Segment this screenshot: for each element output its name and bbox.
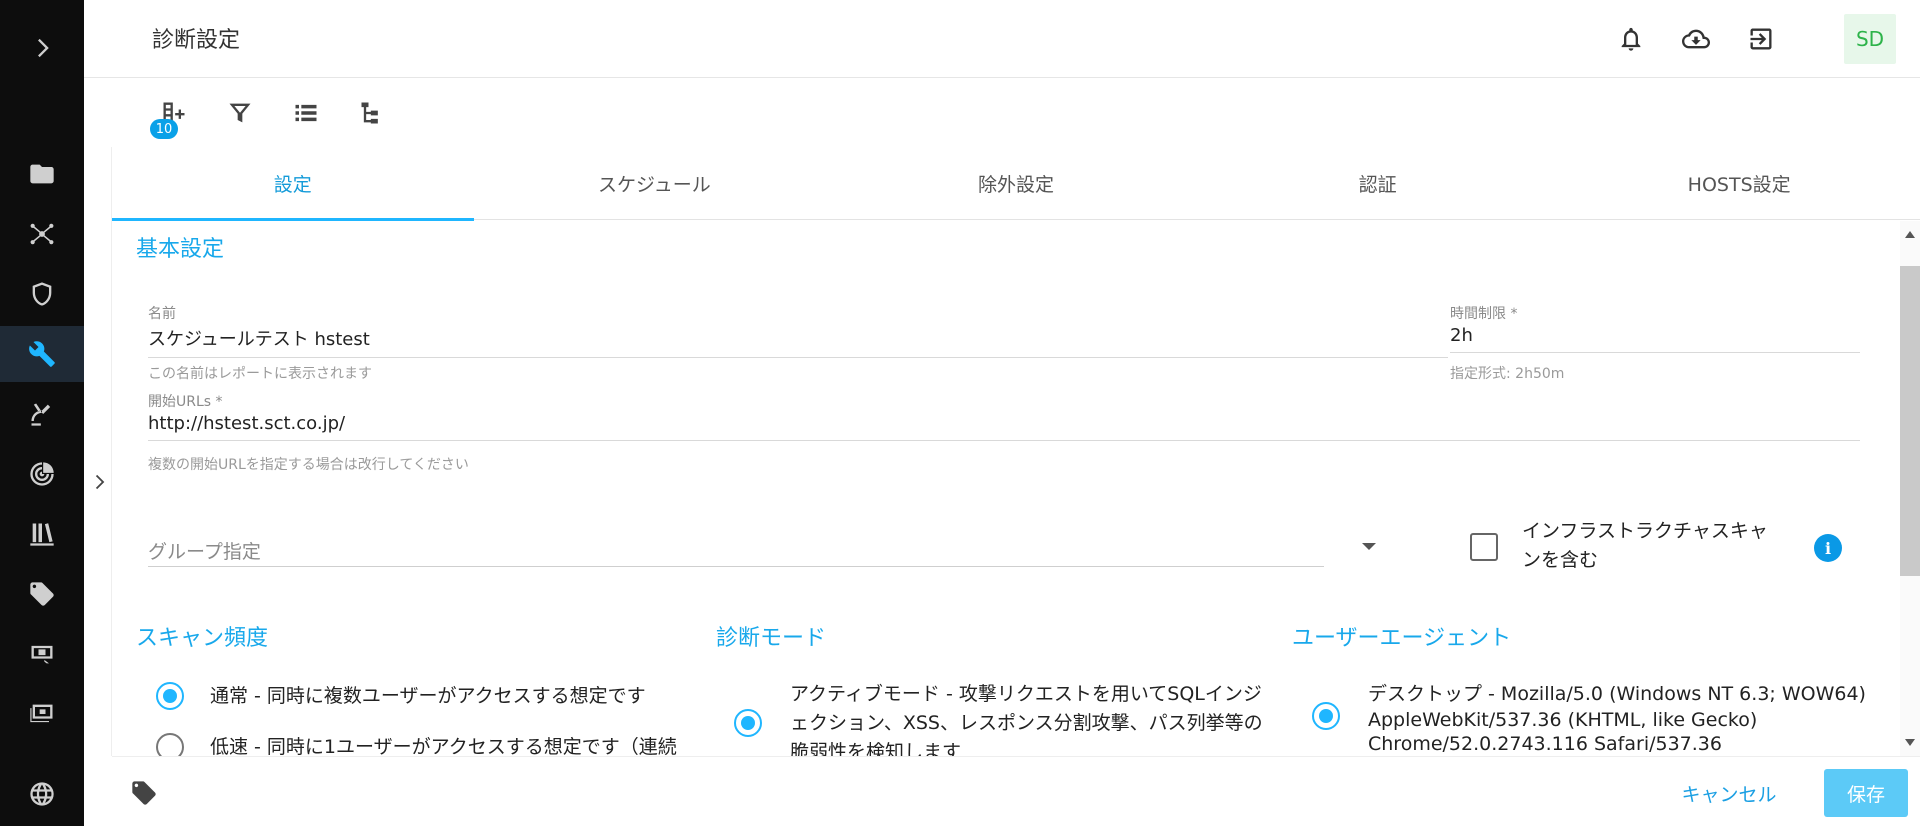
start-urls-hint: 複数の開始URLを指定する場合は改行してください xyxy=(148,457,469,473)
group-select-underline xyxy=(148,566,1324,567)
save-button[interactable]: 保存 xyxy=(1824,769,1908,817)
tag-icon[interactable] xyxy=(0,566,84,622)
list-icon[interactable] xyxy=(288,95,324,131)
info-icon[interactable]: i xyxy=(1814,534,1842,562)
infrastructure-scan-checkbox[interactable] xyxy=(1470,533,1498,561)
network-icon[interactable] xyxy=(0,206,84,262)
scan-frequency-slow-radio[interactable] xyxy=(156,733,184,756)
tab-exclusions[interactable]: 除外設定 xyxy=(835,147,1197,220)
name-label: 名前 xyxy=(148,306,176,322)
start-urls-label: 開始URLs * xyxy=(148,394,223,410)
diagnosis-mode-active-radio[interactable] xyxy=(734,709,762,737)
shield-icon[interactable] xyxy=(0,266,84,322)
start-urls-underline xyxy=(148,440,1860,441)
scroll-down-arrow[interactable] xyxy=(1905,739,1915,746)
scan-frequency-title: スキャン頻度 xyxy=(136,626,269,651)
cancel-button[interactable]: キャンセル xyxy=(1670,771,1788,815)
scrollbar-thumb[interactable] xyxy=(1900,266,1920,576)
name-hint: この名前はレポートに表示されます xyxy=(148,366,372,382)
tag-icon[interactable] xyxy=(130,779,158,807)
time-limit-field[interactable]: 時間制限 * 2h xyxy=(1450,303,1860,353)
infrastructure-scan-label-line2: ンを含む xyxy=(1522,549,1599,571)
folder-icon[interactable] xyxy=(0,146,84,202)
radar-icon[interactable] xyxy=(0,386,84,442)
target-icon[interactable] xyxy=(0,446,84,502)
avatar[interactable]: SD xyxy=(1844,14,1896,64)
toolbar: 10 xyxy=(84,79,1920,147)
collapse-strip xyxy=(84,147,112,756)
user-agent-desktop-label-line1: デスクトップ - Mozilla/5.0 (Windows NT 6.3; WO… xyxy=(1368,683,1866,705)
start-urls-input[interactable]: http://hstest.sct.co.jp/ xyxy=(148,413,1860,434)
user-agent-desktop-label-line3: Chrome/52.0.2743.116 Safari/537.36 xyxy=(1368,733,1722,755)
library-icon[interactable] xyxy=(0,506,84,562)
scan-frequency-slow-label: 低速 - 同時に1ユーザーがアクセスする想定です（連続 xyxy=(210,736,677,756)
infrastructure-scan-label-line1: インフラストラクチャスキャ xyxy=(1522,520,1768,542)
name-underline xyxy=(148,357,1448,358)
logout-icon[interactable] xyxy=(1744,22,1778,56)
tab-settings[interactable]: 設定 xyxy=(112,147,474,221)
diagnosis-mode-active-label-line3: 脆弱性を検知します xyxy=(790,741,962,756)
basic-settings-title: 基本設定 xyxy=(136,237,225,262)
cloud-download-icon[interactable] xyxy=(1679,22,1713,56)
expand-panel-icon[interactable] xyxy=(88,471,110,493)
scan-frequency-normal-radio[interactable] xyxy=(156,682,184,710)
chevron-right-icon[interactable] xyxy=(0,20,84,76)
diagnosis-mode-active-label-line2: ェクション、XSS、レスポンス分割攻撃、パス列挙等の xyxy=(790,712,1263,734)
left-rail xyxy=(0,0,84,826)
tab-authentication[interactable]: 認証 xyxy=(1197,147,1559,220)
camera-icon[interactable] xyxy=(0,626,84,682)
bell-icon[interactable] xyxy=(1614,22,1648,56)
tab-hosts[interactable]: HOSTS設定 xyxy=(1558,147,1920,220)
settings-form: 基本設定 名前 スケジュールテスト hstest この名前はレポートに表示されま… xyxy=(112,221,1902,756)
content-scrollbar[interactable] xyxy=(1900,221,1920,756)
wrench-icon[interactable] xyxy=(0,326,84,382)
form-footer: キャンセル 保存 xyxy=(112,756,1920,826)
tab-bar: 設定 スケジュール 除外設定 認証 HOSTS設定 xyxy=(112,147,1920,221)
user-agent-desktop-radio[interactable] xyxy=(1312,702,1340,730)
user-agent-title: ユーザーエージェント xyxy=(1292,626,1512,651)
tree-icon[interactable] xyxy=(354,95,390,131)
name-field[interactable]: 名前 スケジュールテスト hstest xyxy=(148,303,1448,358)
time-limit-underline xyxy=(1450,352,1860,353)
scroll-up-arrow[interactable] xyxy=(1905,231,1915,238)
chevron-down-icon[interactable] xyxy=(1362,543,1376,550)
name-input[interactable]: スケジュールテスト hstest xyxy=(148,325,1448,351)
globe-icon[interactable] xyxy=(0,766,84,822)
time-limit-label: 時間制限 * xyxy=(1450,306,1518,322)
top-header: 診断設定 SD xyxy=(84,0,1920,78)
start-urls-field[interactable]: 開始URLs * http://hstest.sct.co.jp/ xyxy=(148,391,1860,441)
count-badge: 10 xyxy=(150,119,178,139)
page-title: 診断設定 xyxy=(152,28,241,53)
group-select[interactable]: グループ指定 xyxy=(148,537,261,564)
diagnosis-mode-title: 診断モード xyxy=(716,626,827,651)
time-limit-hint: 指定形式: 2h50m xyxy=(1450,366,1565,382)
monitor-icon[interactable] xyxy=(0,686,84,742)
scan-frequency-normal-label: 通常 - 同時に複数ユーザーがアクセスする想定です xyxy=(210,685,646,707)
tab-schedule[interactable]: スケジュール xyxy=(474,147,836,220)
diagnosis-mode-active-label-line1: アクティブモード - 攻撃リクエストを用いてSQLインジ xyxy=(790,683,1262,705)
time-limit-input[interactable]: 2h xyxy=(1450,325,1860,346)
filter-icon[interactable] xyxy=(222,95,258,131)
